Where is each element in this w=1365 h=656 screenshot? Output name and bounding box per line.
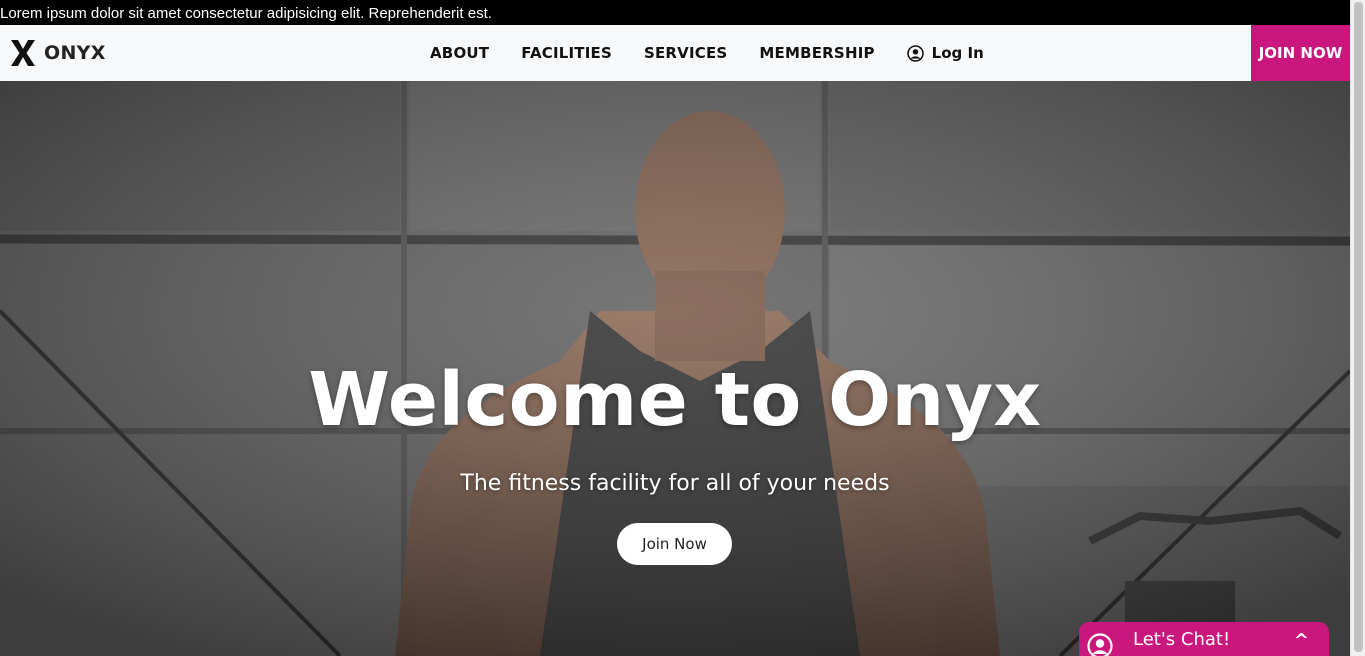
join-now-hero-label: Join Now bbox=[642, 535, 707, 553]
chat-widget[interactable]: Let's Chat! ^ bbox=[1079, 622, 1329, 656]
announcement-bar: Lorem ipsum dolor sit amet consectetur a… bbox=[0, 0, 1350, 25]
scrollbar-thumb[interactable] bbox=[1354, 2, 1363, 652]
hero-section: Welcome to Onyx The fitness facility for… bbox=[0, 81, 1350, 656]
nav-link-membership[interactable]: MEMBERSHIP bbox=[759, 44, 874, 62]
user-circle-icon bbox=[1087, 633, 1113, 656]
hero-title: Welcome to Onyx bbox=[308, 357, 1042, 443]
chevron-up-icon[interactable]: ^ bbox=[1294, 630, 1309, 651]
nav-links: ABOUT FACILITIES SERVICES MEMBERSHIP Log… bbox=[430, 25, 984, 81]
login-link[interactable]: Log In bbox=[906, 44, 984, 62]
login-label: Log In bbox=[931, 44, 984, 62]
top-navbar: ONYX ABOUT FACILITIES SERVICES MEMBERSHI… bbox=[0, 25, 1350, 81]
nav-link-services[interactable]: SERVICES bbox=[644, 44, 727, 62]
join-now-hero-button[interactable]: Join Now bbox=[617, 523, 732, 565]
user-circle-icon bbox=[906, 44, 924, 62]
join-now-nav-button[interactable]: JOIN NOW bbox=[1251, 25, 1350, 81]
chat-label: Let's Chat! bbox=[1133, 628, 1231, 650]
nav-link-about[interactable]: ABOUT bbox=[430, 44, 489, 62]
announcement-text: Lorem ipsum dolor sit amet consectetur a… bbox=[0, 5, 492, 22]
x-logo-icon bbox=[11, 40, 35, 66]
brand-logo[interactable]: ONYX bbox=[10, 39, 106, 67]
join-now-nav-label: JOIN NOW bbox=[1258, 44, 1343, 62]
brand-name: ONYX bbox=[44, 42, 106, 64]
hero-subtitle: The fitness facility for all of your nee… bbox=[460, 471, 890, 496]
nav-link-facilities[interactable]: FACILITIES bbox=[521, 44, 612, 62]
page-scrollbar[interactable] bbox=[1350, 0, 1365, 656]
